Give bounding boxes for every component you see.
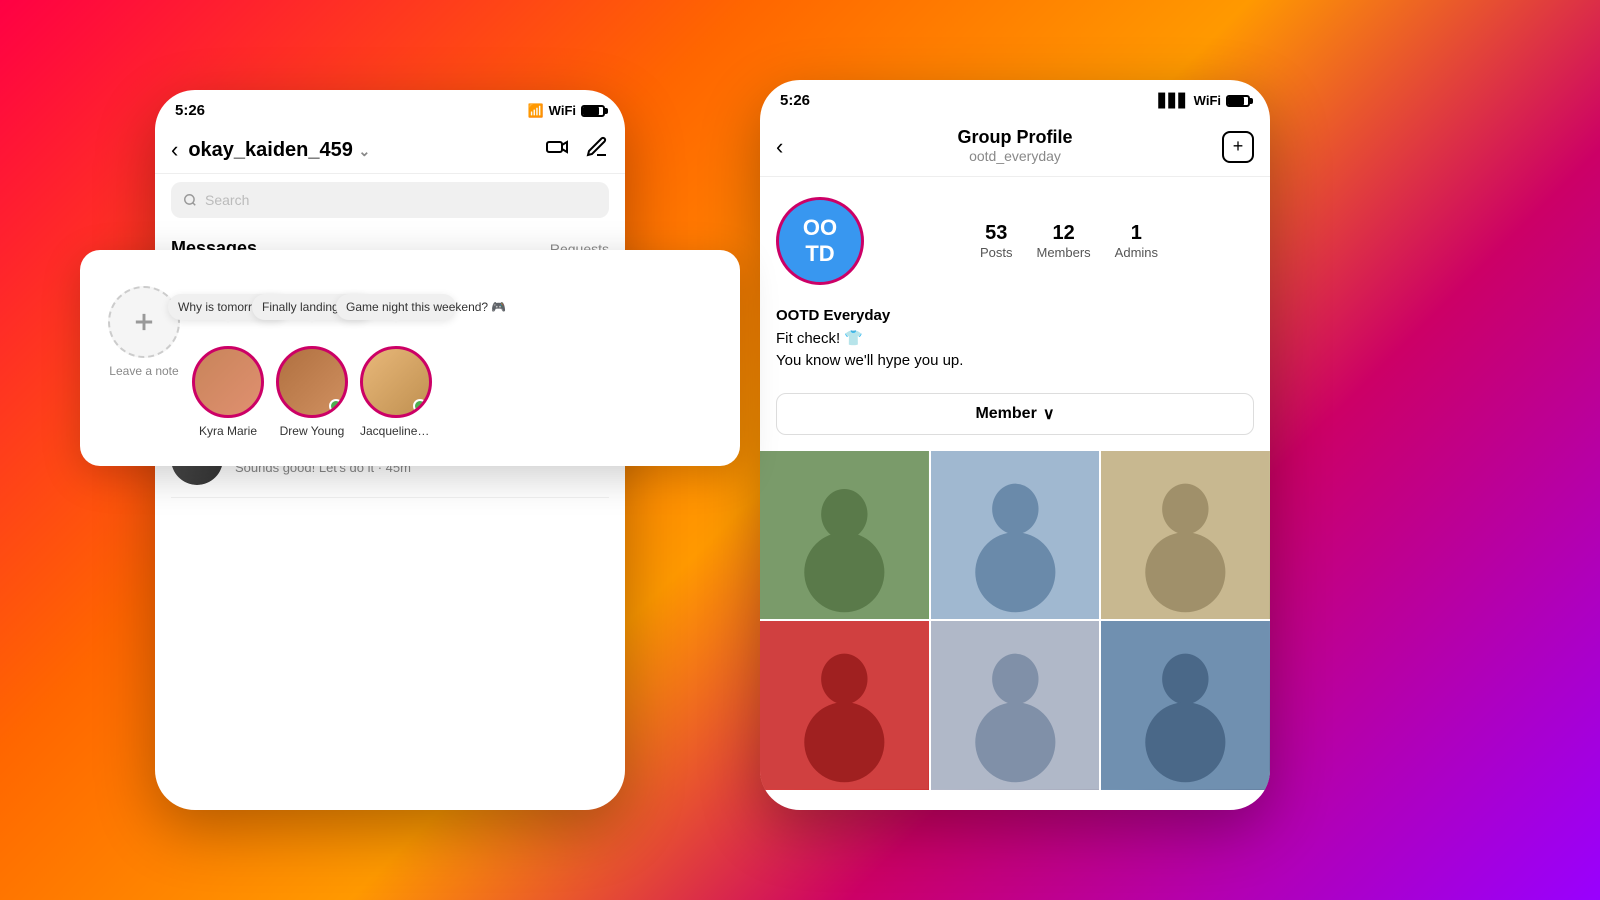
posts-count: 53	[980, 222, 1013, 245]
group-avatar-text: OOTD	[803, 215, 837, 268]
add-story-avatar[interactable]	[108, 286, 180, 358]
stories-card: Leave a note Why is tomorrow Monday!? 😩 …	[80, 250, 740, 466]
left-time: 5:26	[175, 102, 205, 119]
right-time: 5:26	[780, 92, 810, 109]
group-info-row: OOTD 53 Posts 12 Members 1 Admins	[760, 177, 1270, 305]
left-nav-bar: ‹ okay_kaiden_459 ⌄	[155, 127, 625, 174]
battery-icon	[1226, 95, 1250, 107]
story-item-kyra[interactable]: Why is tomorrow Monday!? 😩 Kyra Marie	[192, 346, 264, 438]
photo-6	[1101, 621, 1270, 790]
group-stats: 53 Posts 12 Members 1 Admins	[884, 222, 1254, 260]
search-bar[interactable]: Search	[171, 182, 609, 218]
note-bubble-jacqueline: Game night this weekend? 🎮	[336, 294, 456, 320]
compose-icon[interactable]	[585, 135, 609, 165]
photo-2	[931, 451, 1100, 620]
story-avatar-drew	[276, 346, 348, 418]
admins-label: Admins	[1115, 245, 1158, 260]
nav-action-icons	[545, 135, 609, 165]
photo-cell[interactable]	[931, 621, 1100, 790]
photo-4	[760, 621, 929, 790]
story-name-drew: Drew Young	[276, 424, 348, 438]
bio-line2: You know we'll hype you up.	[776, 350, 1254, 373]
admins-count: 1	[1115, 222, 1158, 245]
bio-line1: Fit check! 👕	[776, 328, 1254, 351]
battery-icon	[581, 105, 605, 117]
nav-username: okay_kaiden_459	[188, 139, 353, 161]
stat-posts: 53 Posts	[980, 222, 1013, 260]
story-name-kyra: Kyra Marie	[192, 424, 264, 438]
group-profile-subtitle: ootd_everyday	[776, 148, 1254, 164]
photo-cell[interactable]	[1101, 621, 1270, 790]
online-indicator-drew	[329, 399, 343, 413]
right-phone: 5:26 ▋▋▋ WiFi ‹ Group Profile ootd_every…	[760, 80, 1270, 810]
story-item-drew[interactable]: Finally landing in NYC! ❤️ Drew Young	[276, 346, 348, 438]
photo-1	[760, 451, 929, 620]
story-name: Leave a note	[108, 364, 180, 378]
group-name: OOTD Everyday	[776, 305, 1254, 328]
member-button[interactable]: Member ∨	[776, 393, 1254, 435]
group-avatar: OOTD	[776, 197, 864, 285]
left-nav-title: okay_kaiden_459 ⌄	[188, 139, 545, 162]
group-back-button[interactable]: ‹	[776, 134, 783, 160]
group-profile-title: Group Profile	[776, 127, 1254, 148]
members-count: 12	[1036, 222, 1090, 245]
nav-chevron-icon: ⌄	[358, 143, 370, 159]
online-indicator-jacqueline	[413, 399, 427, 413]
signal-icon: 📶	[527, 103, 543, 119]
story-item-jacqueline[interactable]: Game night this weekend? 🎮 Jacqueline La…	[360, 346, 432, 438]
chevron-down-icon: ∨	[1043, 404, 1055, 424]
photo-cell[interactable]	[760, 621, 929, 790]
photo-cell[interactable]	[931, 451, 1100, 620]
photo-3	[1101, 451, 1270, 620]
video-call-icon[interactable]	[545, 135, 569, 165]
photo-cell[interactable]	[1101, 451, 1270, 620]
right-status-icons: ▋▋▋ WiFi	[1159, 93, 1250, 109]
left-status-bar: 5:26 📶 WiFi	[155, 90, 625, 127]
right-status-bar: 5:26 ▋▋▋ WiFi	[760, 80, 1270, 117]
stories-row: Leave a note Why is tomorrow Monday!? 😩 …	[100, 270, 720, 446]
stat-members: 12 Members	[1036, 222, 1090, 260]
left-back-button[interactable]: ‹	[171, 137, 178, 163]
member-button-label: Member	[975, 405, 1036, 423]
stat-admins: 1 Admins	[1115, 222, 1158, 260]
photo-grid	[760, 451, 1270, 790]
group-profile-header: ‹ Group Profile ootd_everyday +	[760, 117, 1270, 177]
posts-label: Posts	[980, 245, 1013, 260]
search-placeholder: Search	[205, 192, 249, 208]
story-name-jacqueline: Jacqueline Lam	[360, 424, 432, 438]
story-avatar-kyra	[192, 346, 264, 418]
group-bio: OOTD Everyday Fit check! 👕 You know we'l…	[760, 305, 1270, 385]
photo-5	[931, 621, 1100, 790]
story-avatar-jacqueline	[360, 346, 432, 418]
members-label: Members	[1036, 245, 1090, 260]
group-add-button[interactable]: +	[1222, 131, 1254, 163]
wifi-icon: WiFi	[1194, 93, 1221, 108]
signal-icon: ▋▋▋	[1159, 93, 1189, 109]
photo-cell[interactable]	[760, 451, 929, 620]
left-status-icons: 📶 WiFi	[527, 103, 605, 119]
wifi-icon: WiFi	[549, 103, 576, 118]
